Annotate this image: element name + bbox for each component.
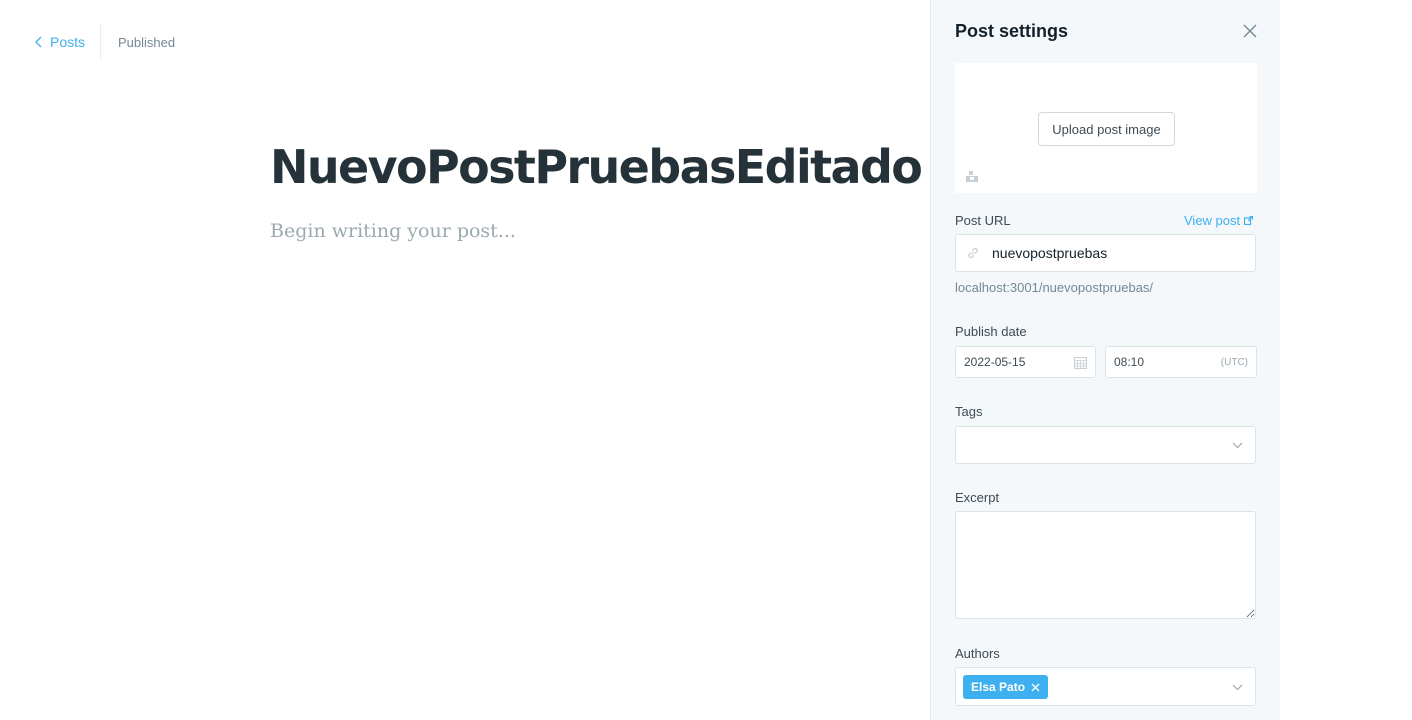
- calendar-icon[interactable]: [1074, 356, 1087, 369]
- post-url-field: [955, 234, 1256, 272]
- author-token: Elsa Pato: [963, 675, 1049, 699]
- settings-title: Post settings: [955, 21, 1069, 41]
- view-post-link[interactable]: View post: [1184, 213, 1254, 228]
- excerpt-label: Excerpt: [955, 490, 1000, 505]
- post-image-area: Upload post image: [955, 63, 1257, 193]
- post-settings-panel: Post settings Upload post image Post URL…: [930, 0, 1280, 720]
- view-post-label: View post: [1184, 213, 1241, 228]
- post-title-input[interactable]: NuevoPostPruebasEditado: [270, 140, 923, 194]
- external-link-icon: [1244, 216, 1254, 225]
- tags-label: Tags: [955, 404, 983, 419]
- back-label: Posts: [50, 34, 86, 50]
- authors-select[interactable]: Elsa Pato: [955, 667, 1256, 706]
- post-status: Published: [118, 35, 176, 50]
- image-placeholder-icon: [966, 171, 978, 182]
- back-to-posts-link[interactable]: Posts: [34, 34, 85, 50]
- publish-date-label: Publish date: [955, 324, 1027, 339]
- chevron-left-icon: [35, 36, 42, 48]
- editor-header: Posts Published: [0, 0, 930, 84]
- upload-post-image-button[interactable]: Upload post image: [1038, 112, 1175, 146]
- post-url-label: Post URL: [955, 213, 1011, 228]
- publish-time-input[interactable]: [1114, 355, 1204, 369]
- header-divider: [100, 24, 101, 60]
- chevron-down-icon: [1232, 684, 1243, 690]
- post-url-input[interactable]: [992, 245, 1242, 261]
- authors-label: Authors: [955, 646, 1000, 661]
- remove-icon[interactable]: [1031, 683, 1040, 692]
- post-url-preview: localhost:3001/nuevopostpruebas/: [955, 280, 1154, 295]
- link-icon: [968, 247, 978, 259]
- publish-time-field: (UTC): [1105, 346, 1257, 378]
- excerpt-textarea[interactable]: [955, 511, 1256, 619]
- timezone-label: (UTC): [1220, 356, 1248, 368]
- author-name: Elsa Pato: [971, 680, 1026, 694]
- post-body-editor[interactable]: Begin writing your post...: [270, 220, 516, 242]
- tags-select[interactable]: [955, 426, 1256, 464]
- chevron-down-icon: [1232, 442, 1243, 449]
- close-icon[interactable]: [1242, 23, 1258, 39]
- publish-date-field: [955, 346, 1096, 378]
- publish-date-input[interactable]: [964, 355, 1054, 369]
